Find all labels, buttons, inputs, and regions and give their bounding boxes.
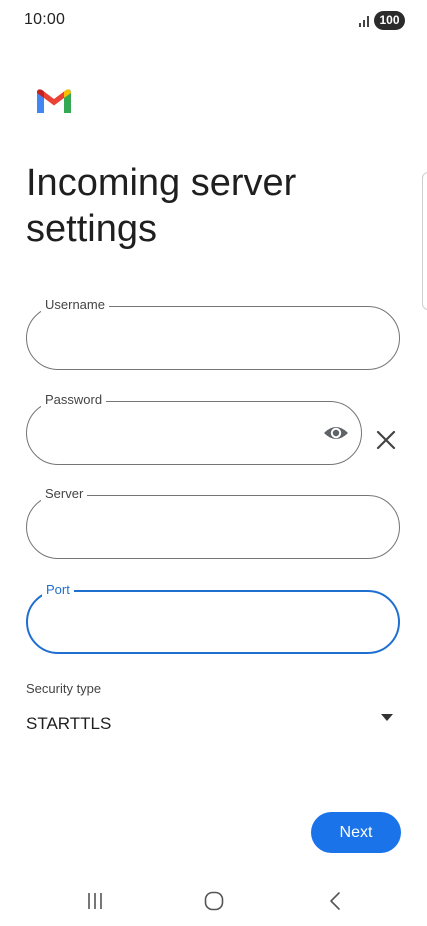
- username-input[interactable]: [47, 325, 379, 351]
- server-label: Server: [41, 486, 88, 502]
- signal-icon: [359, 16, 369, 27]
- gmail-logo-icon: [37, 89, 71, 113]
- battery-icon: 100: [374, 11, 405, 30]
- server-input[interactable]: [47, 514, 379, 540]
- status-bar: 10:00 100: [0, 0, 427, 44]
- eye-icon[interactable]: [323, 420, 349, 446]
- back-icon[interactable]: [324, 890, 346, 912]
- port-label: Port: [42, 582, 74, 598]
- security-type-select[interactable]: STARTTLS: [26, 705, 394, 741]
- port-field[interactable]: Port: [26, 582, 400, 654]
- navigation-bar: [0, 878, 427, 926]
- dropdown-arrow-icon[interactable]: [380, 713, 394, 723]
- username-field[interactable]: Username: [26, 297, 400, 370]
- server-field[interactable]: Server: [26, 486, 400, 559]
- status-time: 10:00: [24, 11, 66, 28]
- home-icon[interactable]: [203, 890, 225, 912]
- password-input[interactable]: [47, 420, 313, 446]
- recent-apps-icon[interactable]: [84, 890, 106, 912]
- close-icon[interactable]: [375, 429, 397, 451]
- edge-panel-handle[interactable]: [422, 172, 427, 310]
- page-title: Incoming server settings: [26, 162, 297, 250]
- password-label: Password: [41, 392, 107, 408]
- security-type-label: Security type: [26, 681, 102, 696]
- security-type-value: STARTTLS: [26, 714, 112, 733]
- username-label: Username: [41, 297, 109, 313]
- next-button[interactable]: Next: [311, 812, 401, 853]
- password-field[interactable]: Password: [26, 392, 362, 465]
- port-input[interactable]: [48, 610, 378, 636]
